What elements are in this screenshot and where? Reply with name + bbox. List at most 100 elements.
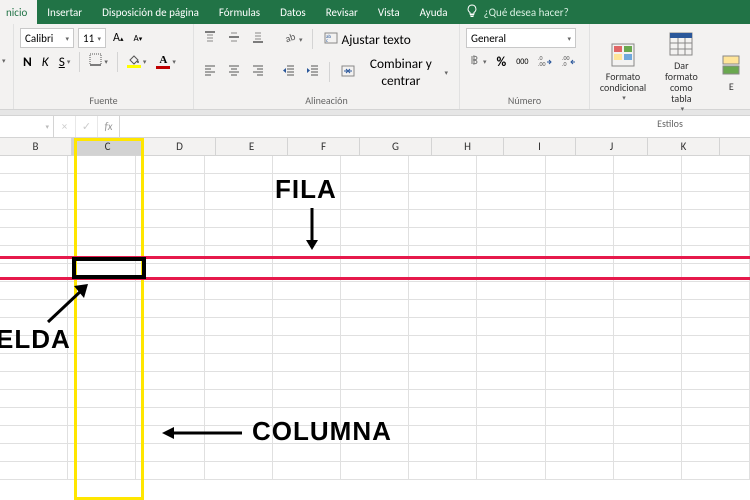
- decrease-indent-button[interactable]: [279, 61, 299, 83]
- cell[interactable]: [205, 372, 273, 390]
- tab-disposicion[interactable]: Disposición de página: [92, 0, 209, 24]
- cell[interactable]: [273, 264, 341, 282]
- italic-button[interactable]: K: [39, 51, 52, 72]
- cell[interactable]: [477, 354, 545, 372]
- cell[interactable]: [68, 246, 136, 264]
- cell[interactable]: [614, 354, 682, 372]
- cell[interactable]: [614, 444, 682, 462]
- cell[interactable]: [477, 210, 545, 228]
- cell[interactable]: [682, 408, 750, 426]
- cell[interactable]: [546, 372, 614, 390]
- cell[interactable]: [0, 372, 68, 390]
- cell[interactable]: [682, 390, 750, 408]
- cell[interactable]: [682, 426, 750, 444]
- cell[interactable]: [136, 390, 204, 408]
- bold-button[interactable]: N: [20, 51, 35, 72]
- cell[interactable]: [614, 390, 682, 408]
- cell[interactable]: [205, 264, 273, 282]
- cell[interactable]: [477, 246, 545, 264]
- cell[interactable]: [273, 318, 341, 336]
- cell[interactable]: [341, 210, 409, 228]
- column-header-g[interactable]: G: [360, 138, 432, 155]
- cell[interactable]: [68, 354, 136, 372]
- cell[interactable]: [477, 336, 545, 354]
- cell[interactable]: [341, 336, 409, 354]
- cell[interactable]: [477, 408, 545, 426]
- formula-input[interactable]: [120, 116, 750, 137]
- cell[interactable]: [341, 228, 409, 246]
- cell[interactable]: [0, 408, 68, 426]
- cell[interactable]: [682, 210, 750, 228]
- column-header-h[interactable]: H: [432, 138, 504, 155]
- cell[interactable]: [136, 246, 204, 264]
- tab-datos[interactable]: Datos: [270, 0, 316, 24]
- tell-me-search[interactable]: ¿Qué desea hacer?: [458, 0, 577, 24]
- cell[interactable]: [205, 174, 273, 192]
- align-left-button[interactable]: [200, 61, 220, 83]
- cell[interactable]: [477, 318, 545, 336]
- cell[interactable]: [546, 444, 614, 462]
- cell[interactable]: [614, 210, 682, 228]
- cell[interactable]: [341, 372, 409, 390]
- cell[interactable]: [409, 444, 477, 462]
- formula-cancel-button[interactable]: ×: [54, 116, 76, 137]
- cell[interactable]: [0, 228, 68, 246]
- cell[interactable]: [409, 228, 477, 246]
- cell[interactable]: [477, 282, 545, 300]
- column-header-i[interactable]: I: [504, 138, 576, 155]
- tab-vista[interactable]: Vista: [368, 0, 410, 24]
- fill-color-button[interactable]: ▾: [124, 53, 150, 70]
- cell[interactable]: [68, 192, 136, 210]
- cell[interactable]: [205, 462, 273, 480]
- cell[interactable]: [273, 336, 341, 354]
- cell[interactable]: [205, 282, 273, 300]
- cell[interactable]: [0, 174, 68, 192]
- cell[interactable]: [409, 390, 477, 408]
- column-header-f[interactable]: F: [288, 138, 360, 155]
- cell[interactable]: [477, 228, 545, 246]
- cell[interactable]: [409, 282, 477, 300]
- wrap-text-button[interactable]: abc Ajustar texto: [319, 29, 416, 50]
- cell[interactable]: [205, 192, 273, 210]
- cell[interactable]: [614, 336, 682, 354]
- increase-indent-button[interactable]: [303, 61, 323, 83]
- decrease-decimal-button[interactable]: .00.0: [559, 51, 579, 72]
- cell[interactable]: [341, 300, 409, 318]
- cell[interactable]: [682, 372, 750, 390]
- cell[interactable]: [273, 372, 341, 390]
- cell[interactable]: [136, 336, 204, 354]
- cell[interactable]: [341, 156, 409, 174]
- cell[interactable]: [68, 174, 136, 192]
- increase-decimal-button[interactable]: .0.00: [535, 51, 555, 72]
- percent-format-button[interactable]: %: [494, 51, 510, 72]
- orientation-button[interactable]: ab▾: [280, 28, 306, 50]
- cell[interactable]: [682, 228, 750, 246]
- cell[interactable]: [409, 336, 477, 354]
- cell[interactable]: [477, 390, 545, 408]
- cell[interactable]: [205, 336, 273, 354]
- cell[interactable]: [68, 444, 136, 462]
- column-header-c[interactable]: C: [72, 138, 144, 155]
- cell[interactable]: [273, 282, 341, 300]
- number-format-combo[interactable]: General ▾: [466, 28, 576, 48]
- accounting-format-button[interactable]: ▾: [466, 51, 490, 72]
- cell[interactable]: [0, 462, 68, 480]
- conditional-formatting-button[interactable]: Formato condicional ▾: [596, 28, 650, 115]
- cell[interactable]: [682, 318, 750, 336]
- cell[interactable]: [614, 228, 682, 246]
- cell[interactable]: [682, 462, 750, 480]
- cell[interactable]: [341, 318, 409, 336]
- cell[interactable]: [68, 426, 136, 444]
- merge-center-button[interactable]: Combinar y centrar ▾: [336, 53, 453, 91]
- cell[interactable]: [136, 300, 204, 318]
- cell[interactable]: [546, 192, 614, 210]
- cell[interactable]: [682, 192, 750, 210]
- paste-dropdown-icon[interactable]: ▾: [2, 56, 7, 65]
- column-header-d[interactable]: D: [144, 138, 216, 155]
- cell[interactable]: [68, 372, 136, 390]
- cell[interactable]: [477, 372, 545, 390]
- cell[interactable]: [205, 300, 273, 318]
- cell[interactable]: [136, 228, 204, 246]
- cell[interactable]: [546, 246, 614, 264]
- cell[interactable]: [682, 156, 750, 174]
